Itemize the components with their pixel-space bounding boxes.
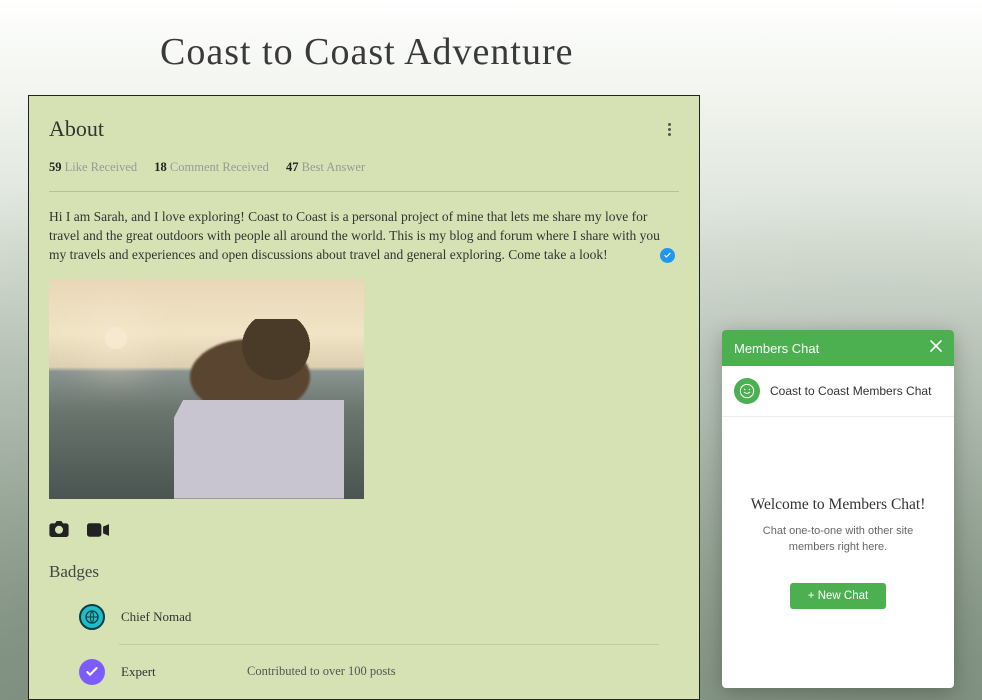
about-heading: About xyxy=(49,116,104,142)
bio-text: Hi I am Sarah, and I love exploring! Coa… xyxy=(49,208,669,265)
more-options-button[interactable] xyxy=(659,119,679,140)
badge-desc: Contributed to over 100 posts xyxy=(247,664,396,679)
comments-label: Comment Received xyxy=(170,160,269,174)
best-label: Best Answer xyxy=(302,160,366,174)
chat-body: Welcome to Members Chat! Chat one-to-one… xyxy=(722,417,954,688)
badge-row: Expert Contributed to over 100 posts xyxy=(79,649,679,695)
video-icon[interactable] xyxy=(87,521,109,542)
badge-divider xyxy=(119,644,659,645)
photo-sun xyxy=(105,327,127,349)
divider xyxy=(49,191,679,192)
media-icon-row xyxy=(49,521,679,542)
profile-photo xyxy=(49,279,364,499)
likes-label: Like Received xyxy=(65,160,138,174)
chat-welcome-sub: Chat one-to-one with other site members … xyxy=(744,524,932,555)
badge-name: Expert xyxy=(121,664,231,680)
likes-count: 59 xyxy=(49,160,62,174)
chat-room-row[interactable]: Coast to Coast Members Chat xyxy=(722,366,954,417)
smiley-icon xyxy=(734,378,760,404)
badges-heading: Badges xyxy=(49,562,679,582)
badge-row: Chief Nomad xyxy=(79,594,679,640)
about-card: About 59 Like Received 18 Comment Receiv… xyxy=(28,95,700,700)
members-chat-widget: Members Chat Coast to Coast Members Chat… xyxy=(722,330,954,688)
camera-icon[interactable] xyxy=(49,521,69,542)
badge-list: Chief Nomad Expert Contributed to over 1… xyxy=(49,594,679,695)
chat-header: Members Chat xyxy=(722,330,954,366)
chat-room-name: Coast to Coast Members Chat xyxy=(770,384,931,398)
badge-name: Chief Nomad xyxy=(121,609,231,625)
best-count: 47 xyxy=(286,160,299,174)
comments-count: 18 xyxy=(154,160,167,174)
verified-badge-icon xyxy=(660,248,675,263)
site-title: Coast to Coast Adventure xyxy=(160,30,573,74)
globe-icon xyxy=(79,604,105,630)
close-icon[interactable] xyxy=(930,340,942,356)
new-chat-button[interactable]: + New Chat xyxy=(790,583,886,609)
profile-stats: 59 Like Received 18 Comment Received 47 … xyxy=(49,160,679,175)
checkmark-badge-icon xyxy=(79,659,105,685)
chat-welcome-title: Welcome to Members Chat! xyxy=(751,496,926,514)
chat-header-title: Members Chat xyxy=(734,341,819,356)
